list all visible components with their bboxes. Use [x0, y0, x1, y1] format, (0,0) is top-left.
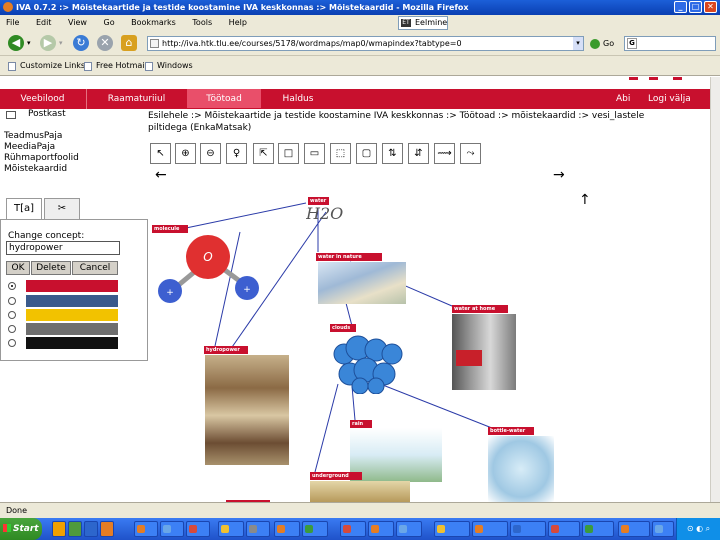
windows-flag-icon [3, 524, 11, 532]
taskbar-window-button[interactable] [160, 521, 184, 537]
taskbar-window-button[interactable] [472, 521, 508, 537]
tray-icons: ⊙ ◐ ⌕ [686, 524, 711, 533]
start-button[interactable]: Start [0, 518, 42, 540]
taskbar-window-button[interactable] [618, 521, 650, 537]
quicklaunch-icon[interactable] [52, 521, 66, 537]
taskbar-window-button[interactable] [340, 521, 366, 537]
taskbar-window-button[interactable] [396, 521, 422, 537]
taskbar-window-button[interactable] [510, 521, 546, 537]
water-formula[interactable]: H2O [306, 204, 350, 224]
node-label-clouds[interactable]: clouds [330, 324, 356, 332]
node-label-molecule[interactable]: molecule [152, 225, 188, 233]
system-tray[interactable]: ⊙ ◐ ⌕ [676, 518, 720, 540]
underground-image[interactable] [310, 481, 410, 502]
node-label-hydropower[interactable]: hydropower [204, 346, 248, 354]
molecule-image[interactable]: O + + [150, 233, 265, 305]
taskbar-window-button[interactable] [302, 521, 328, 537]
clouds-image[interactable] [330, 334, 408, 394]
taskbar-window-button[interactable] [652, 521, 674, 537]
node-label-underground[interactable]: underground [310, 472, 362, 480]
node-label-bottle-water[interactable]: bottle-water [488, 427, 534, 435]
quicklaunch-icon[interactable] [100, 521, 114, 537]
taskbar-window-button[interactable] [218, 521, 244, 537]
taskbar-window-button[interactable] [134, 521, 158, 537]
taskbar-window-button[interactable] [582, 521, 614, 537]
node-label-water-at-home[interactable]: water at home [452, 305, 508, 313]
molecule-o-letter: O [203, 250, 212, 264]
node-label-water-in-nature[interactable]: water in nature [316, 253, 382, 261]
water-at-home-image[interactable] [452, 314, 516, 390]
taskbar-window-button[interactable] [368, 521, 394, 537]
hydropower-image[interactable] [205, 355, 289, 465]
water-in-nature-image[interactable] [318, 262, 406, 304]
taskbar-window-button[interactable] [274, 521, 300, 537]
node-label-rain[interactable]: rain [350, 420, 372, 428]
taskbar-window-button[interactable] [246, 521, 270, 537]
molecule-h-letter: + [166, 288, 174, 298]
taskbar-window-button[interactable] [548, 521, 580, 537]
taskbar-window-button[interactable] [434, 521, 470, 537]
rain-image[interactable] [350, 428, 442, 482]
quicklaunch-icon[interactable] [84, 521, 98, 537]
windows-taskbar: Start ⊙ ◐ ⌕ [0, 518, 720, 540]
bottle-water-image[interactable] [488, 436, 554, 502]
quicklaunch-icon[interactable] [68, 521, 82, 537]
status-bar: Done [0, 502, 720, 518]
taskbar-window-button[interactable] [186, 521, 210, 537]
sink-red-patch [456, 350, 482, 366]
molecule-h-letter: + [243, 285, 251, 295]
status-text: Done [6, 506, 28, 515]
